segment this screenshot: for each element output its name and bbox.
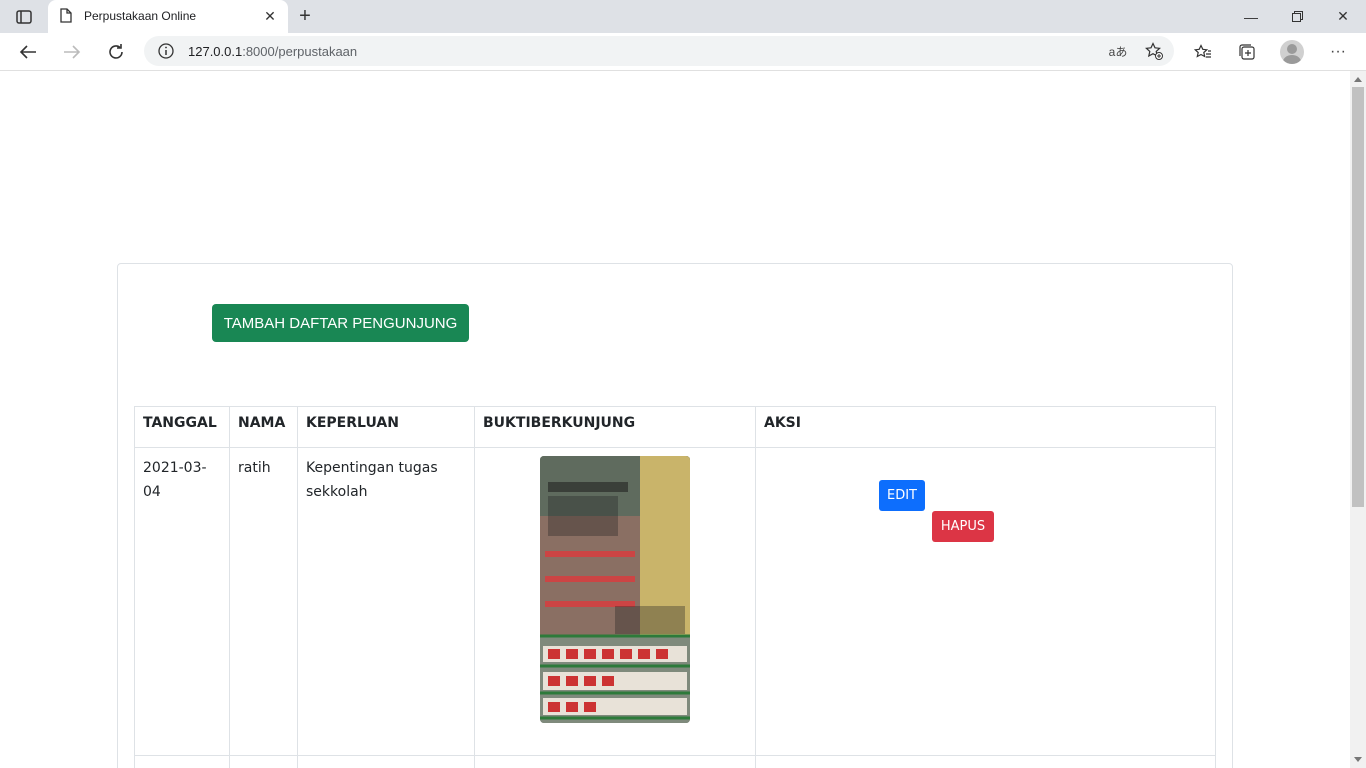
- window-close-icon[interactable]: ✕: [1320, 0, 1366, 33]
- cell-nama: ratih: [229, 447, 298, 756]
- header-aksi: AKSI: [755, 406, 1216, 448]
- address-bar[interactable]: 127.0.0.1:8000/perpustakaan aあ: [144, 36, 1174, 66]
- header-tanggal: TANGGAL: [134, 406, 230, 448]
- forward-icon[interactable]: [58, 38, 86, 66]
- page-scrollbar[interactable]: [1350, 71, 1366, 768]
- cell-tanggal: 2021-03-04: [134, 447, 230, 756]
- back-icon[interactable]: [14, 38, 42, 66]
- browser-toolbar: 127.0.0.1:8000/perpustakaan aあ ···: [0, 33, 1366, 71]
- visitor-table: TANGGAL NAMA KEPERLUAN BUKTIBERKUNJUNG A…: [134, 406, 1216, 768]
- more-menu-icon[interactable]: ···: [1327, 42, 1349, 62]
- collections-icon[interactable]: [1236, 42, 1258, 62]
- profile-avatar[interactable]: [1280, 40, 1304, 64]
- refresh-icon[interactable]: [102, 38, 130, 66]
- cell-aksi: EDIT HAPUS: [755, 447, 1216, 756]
- site-info-icon[interactable]: [158, 43, 174, 59]
- add-visitor-button[interactable]: TAMBAH DAFTAR PENGUNJUNG: [212, 304, 469, 342]
- browser-tab-strip: Perpustakaan Online ✕ + — ✕: [0, 0, 1366, 33]
- scroll-up-icon[interactable]: [1354, 77, 1362, 82]
- table-row: 2021-03-04 ratih Kepentingan tugas sekko…: [134, 447, 1216, 756]
- delete-button[interactable]: HAPUS: [932, 511, 994, 542]
- favorites-icon[interactable]: [1192, 42, 1214, 62]
- cell-keperluan: Kepentingan tugas sekkolah: [297, 447, 475, 756]
- page-content: TAMBAH DAFTAR PENGUNJUNG TANGGAL NAMA KE…: [0, 71, 1350, 768]
- favorite-add-icon[interactable]: [1144, 41, 1164, 61]
- header-bukti: BUKTIBERKUNJUNG: [474, 406, 756, 448]
- header-keperluan: KEPERLUAN: [297, 406, 475, 448]
- read-aloud-icon[interactable]: aあ: [1108, 41, 1128, 61]
- table-header-row: TANGGAL NAMA KEPERLUAN BUKTIBERKUNJUNG A…: [134, 406, 1216, 448]
- visitor-card: TAMBAH DAFTAR PENGUNJUNG TANGGAL NAMA KE…: [117, 263, 1233, 768]
- tab-title: Perpustakaan Online: [84, 9, 197, 23]
- minimize-icon[interactable]: —: [1228, 0, 1274, 33]
- restore-icon[interactable]: [1274, 0, 1320, 33]
- header-nama: NAMA: [229, 406, 298, 448]
- close-tab-icon[interactable]: ✕: [260, 6, 280, 26]
- scrollbar-thumb[interactable]: [1352, 87, 1364, 507]
- tab-actions-icon[interactable]: [8, 6, 40, 28]
- browser-tab[interactable]: Perpustakaan Online ✕: [48, 0, 288, 33]
- new-tab-icon[interactable]: +: [294, 5, 316, 27]
- scroll-down-icon[interactable]: [1354, 757, 1362, 762]
- cell-bukti: [474, 447, 756, 756]
- edit-button[interactable]: EDIT: [879, 480, 925, 511]
- table-row: [134, 755, 1216, 768]
- url-text: 127.0.0.1:8000/perpustakaan: [188, 44, 358, 59]
- visit-proof-photo: [540, 456, 690, 723]
- page-icon: [60, 8, 74, 24]
